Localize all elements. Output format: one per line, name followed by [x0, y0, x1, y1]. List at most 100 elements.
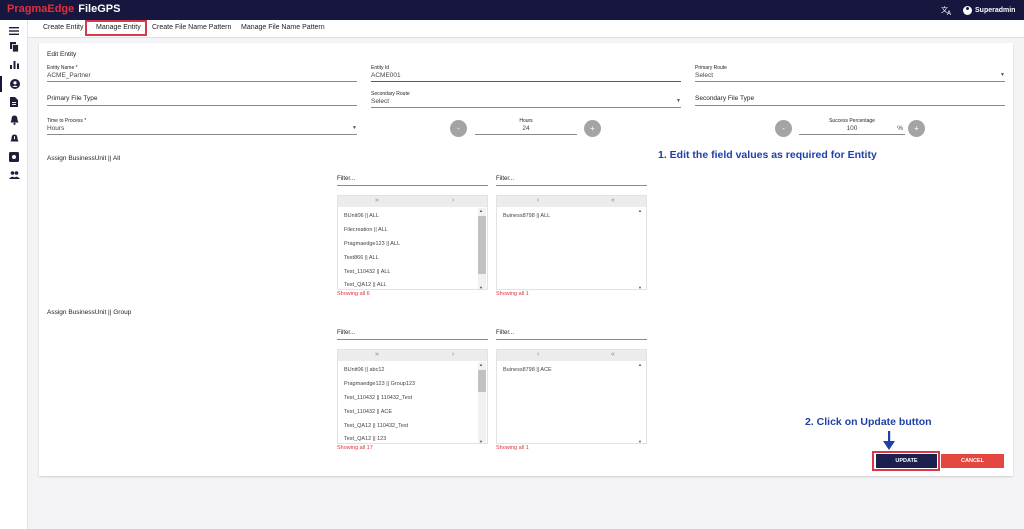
assign-all-right-filter[interactable]: Filter... [496, 176, 647, 187]
move-all-right-button[interactable]: » [375, 197, 379, 204]
translate-icon[interactable]: 文A [941, 4, 953, 17]
showing-count: Showing all 6 [337, 291, 370, 297]
scrollbar[interactable]: ▲ ▼ [637, 208, 645, 289]
list-item[interactable]: Test_QA12 || 110432_Test [344, 423, 408, 429]
list-item[interactable]: Test_110432 || 110432_Test [344, 395, 412, 401]
primary-file-type-field[interactable]: Primary File Type [47, 95, 357, 109]
list-item[interactable]: Buiness8798 || ACE [503, 367, 552, 373]
primary-route-value: Select [695, 72, 714, 79]
showing-count: Showing all 17 [337, 445, 373, 451]
assign-group-available-list[interactable]: » › BUnit06 || abc12 Pragmaedge123 || Gr… [337, 349, 488, 444]
move-right-button[interactable]: › [452, 197, 454, 204]
update-button[interactable]: UPDATE [876, 454, 937, 468]
list-item[interactable]: Buiness8798 || ALL [503, 213, 550, 219]
list-item[interactable]: Test_QA12 || ALL [344, 282, 387, 288]
secondary-route-label: Secondary Route [371, 91, 410, 97]
move-right-button[interactable]: › [452, 351, 454, 358]
primary-route-select[interactable]: Primary Route Select ▼ [695, 65, 1005, 82]
filter-underline [496, 339, 647, 340]
scroll-down-icon[interactable]: ▼ [638, 285, 642, 289]
assign-all-left-filter[interactable]: Filter... [337, 176, 488, 187]
scroll-up-icon[interactable]: ▲ [638, 208, 642, 213]
brand-secondary: FileGPS [78, 3, 121, 15]
settings-box-icon[interactable] [0, 149, 28, 165]
tab-manage-file-name-pattern[interactable]: Manage File Name Pattern [241, 24, 325, 31]
move-all-right-button[interactable]: » [375, 351, 379, 358]
assign-group-right-filter[interactable]: Filter... [496, 330, 647, 341]
list-item[interactable]: BUnit06 || abc12 [344, 367, 384, 373]
section-title: Edit Entity [47, 51, 77, 58]
list-item[interactable]: BUnit06 || ALL [344, 213, 379, 219]
scroll-down-icon[interactable]: ▼ [479, 439, 483, 443]
entity-id-field[interactable]: Entity Id ACME001 [371, 65, 681, 82]
entity-name-field[interactable]: Entity Name * ACME_Partner [47, 65, 357, 82]
assign-group-selected-list[interactable]: ‹ « Buiness8798 || ACE ▲ ▼ [496, 349, 647, 444]
scrollbar[interactable]: ▲ ▼ [478, 362, 486, 443]
scrollbar[interactable]: ▲ ▼ [637, 362, 645, 443]
hours-stepper[interactable]: Hours 24 [475, 118, 577, 135]
move-all-left-button[interactable]: « [611, 351, 615, 358]
scroll-up-icon[interactable]: ▲ [479, 208, 483, 213]
hours-decrement-button[interactable]: - [450, 120, 467, 137]
list-item[interactable]: Filecreation || ALL [344, 227, 388, 233]
time-to-process-underline [47, 134, 357, 135]
scrollbar-thumb[interactable] [478, 216, 486, 274]
scroll-up-icon[interactable]: ▲ [638, 362, 642, 367]
secondary-route-select[interactable]: Secondary Route Select ▼ [371, 91, 681, 108]
list-item[interactable]: Pragmaedge123 || ALL [344, 241, 400, 247]
brand-logo[interactable]: PragmaEdge FileGPS [7, 3, 120, 15]
arrow-down-icon [882, 431, 896, 451]
filter-placeholder: Filter... [496, 176, 515, 182]
account-icon [963, 5, 972, 15]
success-percentage-value: 100 [846, 125, 858, 132]
entity-id-value: ACME001 [371, 72, 401, 79]
list-item[interactable]: Pragmaedge123 || Group123 [344, 381, 415, 387]
success-decrement-button[interactable]: - [775, 120, 792, 137]
users-icon[interactable] [0, 167, 28, 183]
success-percentage-label: Success Percentage [829, 118, 875, 124]
hours-increment-button[interactable]: + [584, 120, 601, 137]
move-all-left-button[interactable]: « [611, 197, 615, 204]
move-left-button[interactable]: ‹ [537, 197, 539, 204]
secondary-file-type-field[interactable]: Secondary File Type [695, 95, 1005, 109]
assign-all-title: Assign BusinessUnit || All [47, 155, 121, 162]
user-menu[interactable]: Superadmin [963, 4, 1015, 16]
assign-all-selected-list[interactable]: ‹ « Buiness8798 || ALL ▲ ▼ [496, 195, 647, 290]
scrollbar-thumb[interactable] [478, 370, 486, 392]
hours-value: 24 [522, 125, 530, 132]
success-percentage-stepper[interactable]: Success Percentage 100 % [799, 118, 905, 135]
assign-all-available-list[interactable]: » › BUnit06 || ALL Filecreation || ALL P… [337, 195, 488, 290]
cancel-button[interactable]: CANCEL [941, 454, 1004, 468]
list-item[interactable]: Test_110432 || ACE [344, 409, 392, 415]
list-item[interactable]: Test_QA12 || 123 [344, 436, 386, 442]
top-bar: PragmaEdge FileGPS 文A Superadmin [0, 0, 1024, 20]
list-header: » › [338, 196, 487, 207]
time-to-process-select[interactable]: Time to Process * Hours ▼ [47, 118, 357, 135]
scroll-down-icon[interactable]: ▼ [638, 439, 642, 443]
chart-icon[interactable] [0, 57, 28, 73]
success-increment-button[interactable]: + [908, 120, 925, 137]
move-left-button[interactable]: ‹ [537, 351, 539, 358]
menu-icon[interactable] [0, 23, 28, 39]
list-item[interactable]: Test_110432 || ALL [344, 269, 391, 275]
assign-group-left-filter[interactable]: Filter... [337, 330, 488, 341]
tab-bar: Create Entity Manage Entity Create File … [28, 20, 1024, 38]
alert-bell-icon[interactable] [0, 131, 28, 147]
success-percentage-underline [799, 134, 905, 135]
chevron-down-icon: ▼ [1000, 72, 1005, 78]
hours-label: Hours [519, 118, 533, 124]
scroll-down-icon[interactable]: ▼ [479, 285, 483, 289]
files-icon[interactable] [0, 39, 28, 55]
entity-name-value: ACME_Partner [47, 72, 91, 79]
tab-create-file-name-pattern[interactable]: Create File Name Pattern [152, 24, 231, 31]
bell-icon[interactable] [0, 112, 28, 128]
document-icon[interactable] [0, 94, 28, 110]
filter-placeholder: Filter... [496, 330, 515, 336]
edit-entity-card: Edit Entity Entity Name * ACME_Partner E… [39, 43, 1013, 476]
list-item[interactable]: Test866 || ALL [344, 255, 379, 261]
scrollbar[interactable]: ▲ ▼ [478, 208, 486, 289]
tab-create-entity[interactable]: Create Entity [43, 24, 83, 31]
scroll-up-icon[interactable]: ▲ [479, 362, 483, 367]
brand-primary: PragmaEdge [7, 3, 75, 15]
entity-icon[interactable] [0, 76, 28, 92]
